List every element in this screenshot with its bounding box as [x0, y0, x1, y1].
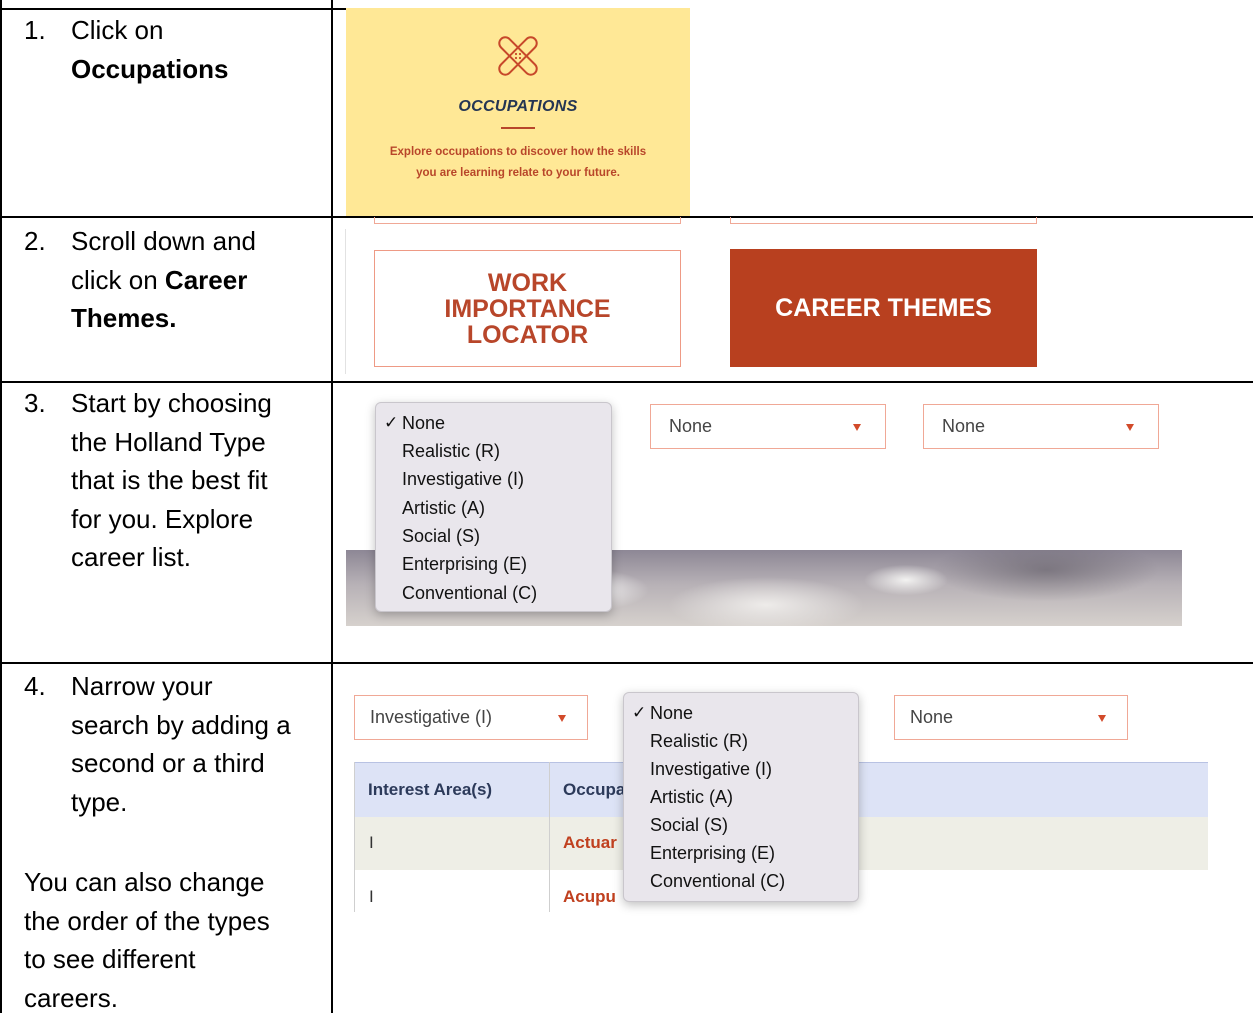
menu-item-enterprising[interactable]: Enterprising (E)	[650, 843, 775, 864]
menu-item-conventional[interactable]: Conventional (C)	[402, 583, 537, 604]
row-divider-2	[0, 381, 1253, 383]
chevron-down-icon	[1126, 424, 1134, 431]
menu-item-enterprising[interactable]: Enterprising (E)	[402, 554, 527, 575]
step-text: Scroll down and click on Career Themes.	[71, 226, 256, 333]
first-type-select[interactable]: Investigative (I)	[354, 695, 588, 740]
step-number: 3.	[24, 388, 46, 418]
step-number: 1.	[24, 15, 46, 45]
occupations-title: OCCUPATIONS	[458, 98, 578, 115]
interest-area-header: Interest Area(s)	[368, 780, 493, 799]
selected-value: None	[942, 416, 986, 436]
bandage-icon	[498, 36, 538, 76]
occupations-card[interactable]: OCCUPATIONS Explore occupations to disco…	[346, 8, 690, 216]
table-left-border	[0, 0, 2, 1013]
menu-item-realistic[interactable]: Realistic (R)	[650, 731, 748, 752]
career-themes-button[interactable]: CAREER THEMES	[730, 249, 1037, 367]
career-emphasis: Career	[164, 264, 248, 295]
step-number: 2.	[24, 226, 46, 256]
step-text: Start by choosing the Holland Type that …	[71, 388, 272, 572]
second-type-select[interactable]: None	[650, 404, 886, 449]
interest-area-cell: I	[369, 887, 374, 906]
menu-item-social[interactable]: Social (S)	[402, 526, 480, 547]
menu-item-investigative[interactable]: Investigative (I)	[402, 469, 524, 490]
occupation-link[interactable]: Acupu	[563, 887, 616, 907]
third-type-select[interactable]: None	[894, 695, 1128, 740]
menu-item-conventional[interactable]: Conventional (C)	[650, 871, 785, 892]
selected-value: None	[910, 707, 954, 727]
occupations-description: Explore occupations to discover how the …	[389, 146, 647, 179]
page-edge	[345, 229, 346, 374]
interest-area-cell: I	[369, 833, 374, 852]
themes-emphasis: Themes.	[71, 303, 177, 333]
row-divider-3	[0, 662, 1253, 664]
second-type-dropdown-menu[interactable]: ✓ None Realistic (R) Investigative (I) A…	[623, 692, 859, 902]
table-column-divider	[331, 0, 333, 1013]
checkmark-icon: ✓	[384, 413, 399, 432]
occupations-emphasis: Occupations	[71, 53, 229, 84]
menu-item-artistic[interactable]: Artistic (A)	[650, 787, 733, 808]
step-text: Click on Occupations	[71, 15, 229, 84]
table-column-separator	[549, 762, 550, 912]
chevron-down-icon	[558, 715, 566, 722]
table-top-border	[0, 8, 346, 10]
third-type-select[interactable]: None	[923, 404, 1159, 449]
selected-value: None	[669, 416, 713, 436]
chevron-down-icon	[1098, 715, 1106, 722]
title-underline	[501, 127, 535, 129]
table-border	[354, 762, 355, 912]
menu-item-social[interactable]: Social (S)	[650, 815, 728, 836]
menu-item-none[interactable]: None	[650, 703, 693, 724]
menu-item-realistic[interactable]: Realistic (R)	[402, 441, 500, 462]
selected-value: Investigative (I)	[370, 707, 493, 727]
step-number: 4.	[24, 671, 46, 701]
first-type-dropdown-menu[interactable]: ✓ None Realistic (R) Investigative (I) A…	[375, 402, 612, 612]
occupation-header: Occupa	[563, 780, 626, 799]
step-text: Narrow your search by adding a second or…	[71, 671, 291, 817]
order-note: You can also change the order of the typ…	[24, 867, 270, 1013]
menu-item-none[interactable]: None	[402, 413, 445, 434]
card-bottom-fragment	[730, 217, 1037, 224]
work-importance-locator-button[interactable]: WORK IMPORTANCE LOCATOR	[374, 250, 681, 367]
checkmark-icon: ✓	[632, 703, 647, 722]
chevron-down-icon	[853, 424, 861, 431]
occupation-link[interactable]: Actuar	[563, 833, 617, 853]
card-bottom-fragment	[374, 217, 681, 224]
menu-item-investigative[interactable]: Investigative (I)	[650, 759, 772, 780]
menu-item-artistic[interactable]: Artistic (A)	[402, 498, 485, 519]
